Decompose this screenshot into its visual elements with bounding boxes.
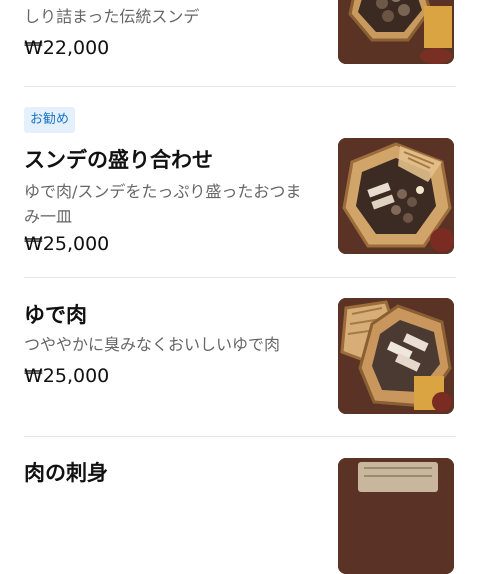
menu-item-description: ゆで肉/スンデをたっぷり盛ったおつま み一皿: [24, 179, 314, 229]
menu-item-description: つややかに臭みなくおいしいゆで肉: [24, 335, 281, 354]
menu-item-price: ₩25,000: [24, 233, 110, 255]
menu-item-title: ゆで肉: [24, 303, 87, 327]
divider: [24, 86, 456, 87]
menu-item-description-line: ゆで肉/スンデをたっぷり盛ったおつま: [24, 182, 302, 201]
menu-item-price: ₩25,000: [24, 365, 110, 387]
menu-item-title: スンデの盛り合わせ: [24, 148, 213, 172]
menu-item-image: [338, 458, 454, 574]
menu-item-title: 肉の刺身: [24, 461, 108, 485]
divider: [24, 277, 456, 278]
menu-item-description: しり詰まった伝統スンデ: [24, 7, 200, 26]
menu-item-image: [338, 0, 454, 64]
recommended-badge: お勧め: [24, 107, 76, 133]
menu-item-image: [338, 298, 454, 414]
menu-item-price: ₩22,000: [24, 37, 110, 59]
menu-item-description-line: み一皿: [24, 207, 73, 226]
menu-item-image: [338, 138, 454, 254]
divider: [24, 436, 456, 437]
